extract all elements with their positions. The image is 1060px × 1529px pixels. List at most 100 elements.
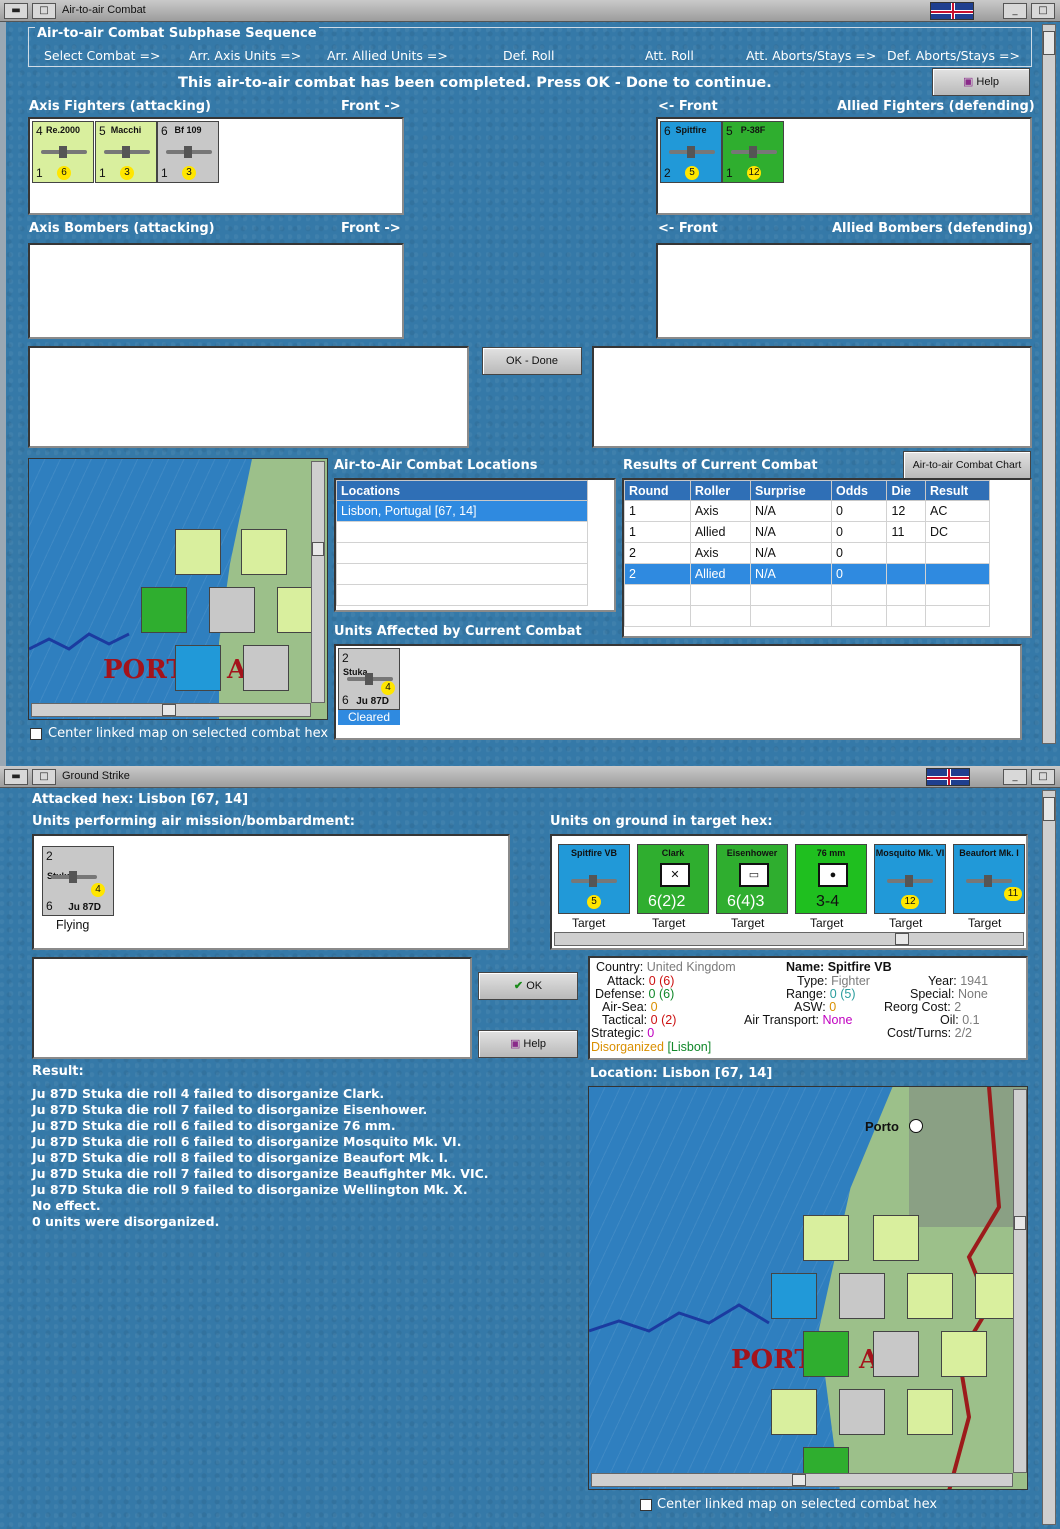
- range-value: 4: [91, 883, 105, 897]
- result-row[interactable]: [624, 605, 990, 627]
- map-h-scrollbar[interactable]: [591, 1473, 1013, 1487]
- special-row: Special: None: [910, 987, 988, 1001]
- axis-bombers-box[interactable]: [28, 243, 404, 339]
- help-button[interactable]: ▣ Help: [478, 1030, 578, 1058]
- locations-list[interactable]: Locations Lisbon, Portugal [67, 14]: [334, 478, 616, 612]
- map-unit-counter[interactable]: [873, 1331, 919, 1377]
- center-map-checkbox[interactable]: [640, 1499, 652, 1511]
- defense-value: 0: [648, 987, 656, 1001]
- combat-chart-button[interactable]: Air-to-air Combat Chart: [903, 451, 1031, 479]
- allied-bombers-box[interactable]: [656, 243, 1032, 339]
- restore-button[interactable]: □: [32, 769, 56, 785]
- allied-fighter-counter[interactable]: 6 Spitfire 2 5: [660, 121, 722, 183]
- ok-done-button[interactable]: OK - Done: [482, 347, 582, 375]
- allied-fighters-box[interactable]: 6 Spitfire 2 5 5 P-38F 1 12: [656, 117, 1032, 215]
- map-unit-counter[interactable]: [141, 587, 187, 633]
- window-scroll-thumb[interactable]: [1043, 31, 1055, 55]
- axis-fighter-counter[interactable]: 4 Re.2000 1 6: [32, 121, 94, 183]
- location-row[interactable]: [336, 521, 588, 543]
- unit-info-panel: Country: United Kingdom Name: Spitfire V…: [588, 956, 1028, 1060]
- map-unit-counter[interactable]: [873, 1215, 919, 1261]
- performing-status: Flying: [56, 918, 90, 932]
- location-row[interactable]: [336, 584, 588, 606]
- maximize-button[interactable]: □: [1031, 3, 1055, 19]
- map-unit-counter[interactable]: [907, 1389, 953, 1435]
- map-unit-counter[interactable]: [907, 1273, 953, 1319]
- step-att-aborts: Att. Aborts/Stays =>: [746, 48, 877, 63]
- ground-units-scrollbar[interactable]: [554, 932, 1024, 946]
- axis-fighters-box[interactable]: 4 Re.2000 1 6 5 Macchi 1 3 6 Bf 109 1 3: [28, 117, 404, 215]
- ground-units-box[interactable]: Spitfire VB 5 Clark ✕ 6(2)2 Eisenhower ▭…: [550, 834, 1028, 950]
- ground-unit-counter[interactable]: Eisenhower ▭ 6(4)3: [716, 844, 788, 914]
- map-unit-counter[interactable]: [839, 1389, 885, 1435]
- result-row[interactable]: 1 Allied N/A 0 11 DC: [624, 521, 990, 543]
- map-unit-counter[interactable]: [209, 587, 255, 633]
- map-unit-counter[interactable]: [241, 529, 287, 575]
- result-line: Ju 87D Stuka die roll 6 failed to disorg…: [32, 1118, 396, 1133]
- combat-map[interactable]: PORT A: [28, 458, 328, 720]
- map-unit-counter[interactable]: [243, 645, 289, 691]
- maximize-button[interactable]: □: [1031, 769, 1055, 785]
- range-base: (5): [840, 987, 856, 1001]
- window-scrollbar[interactable]: [1042, 24, 1056, 744]
- window-scrollbar[interactable]: [1042, 790, 1056, 1525]
- range-value: 11: [1004, 887, 1022, 901]
- axis-fighter-counter[interactable]: 5 Macchi 1 3: [95, 121, 157, 183]
- allied-fighter-counter[interactable]: 5 P-38F 1 12: [722, 121, 784, 183]
- system-menu-button[interactable]: ▬: [4, 769, 28, 785]
- minimize-button[interactable]: _: [1003, 769, 1027, 785]
- ground-unit-counter[interactable]: Spitfire VB 5: [558, 844, 630, 914]
- cell: AC: [925, 500, 990, 522]
- location-row[interactable]: Lisbon, Portugal [67, 14]: [336, 500, 588, 522]
- map-h-thumb[interactable]: [162, 704, 176, 716]
- location-row[interactable]: [336, 563, 588, 585]
- location-row[interactable]: [336, 542, 588, 564]
- range-value: 12: [747, 166, 761, 180]
- ground-units-scroll-thumb[interactable]: [895, 933, 909, 945]
- asw-label: ASW:: [794, 1000, 826, 1014]
- ground-unit-counter[interactable]: Beaufort Mk. I 11: [953, 844, 1025, 914]
- center-map-checkbox[interactable]: [30, 728, 42, 740]
- result-row[interactable]: 2 Allied N/A 0: [624, 563, 990, 585]
- map-unit-counter[interactable]: [941, 1331, 987, 1377]
- map-v-thumb[interactable]: [1014, 1216, 1026, 1230]
- year-value: 1941: [960, 974, 989, 988]
- performing-unit-counter[interactable]: 2 Stuka 6 Ju 87D 4: [42, 846, 114, 916]
- map-unit-counter[interactable]: [803, 1215, 849, 1261]
- result-row[interactable]: 2 Axis N/A 0: [624, 542, 990, 564]
- title-bar: ▬ □ Air-to-air Combat _ □: [0, 0, 1060, 22]
- axis-fighter-counter[interactable]: 6 Bf 109 1 3: [157, 121, 219, 183]
- map-v-thumb[interactable]: [312, 542, 324, 556]
- plane-icon: [731, 146, 777, 158]
- map-v-scrollbar[interactable]: [311, 461, 325, 703]
- restore-button[interactable]: □: [32, 3, 56, 19]
- map-unit-counter[interactable]: [839, 1273, 885, 1319]
- map-v-scrollbar[interactable]: [1013, 1089, 1027, 1473]
- ok-button[interactable]: ✔ OK: [478, 972, 578, 1000]
- tactical-base: (2): [661, 1013, 677, 1027]
- result-row[interactable]: [624, 584, 990, 606]
- unit-name: Mosquito Mk. VI: [875, 848, 945, 858]
- map-unit-counter[interactable]: [803, 1331, 849, 1377]
- help-button[interactable]: ▣ Help: [932, 68, 1030, 96]
- result-row[interactable]: 1 Axis N/A 0 12 AC: [624, 500, 990, 522]
- target-status: Target: [968, 916, 1002, 930]
- units-affected-box[interactable]: 2 Stuka 6 Ju 87D 4 Cleared: [334, 644, 1022, 740]
- ground-unit-counter[interactable]: Clark ✕ 6(2)2: [637, 844, 709, 914]
- results-list[interactable]: Round Roller Surprise Odds Die Result 1A…: [622, 478, 1032, 638]
- map-h-scrollbar[interactable]: [31, 703, 311, 717]
- map-unit-counter[interactable]: [771, 1273, 817, 1319]
- map-h-thumb[interactable]: [792, 1474, 806, 1486]
- map-unit-counter[interactable]: [175, 529, 221, 575]
- window-scroll-thumb[interactable]: [1043, 797, 1055, 821]
- affected-unit-counter[interactable]: 2 Stuka 6 Ju 87D 4: [338, 648, 400, 710]
- map-unit-counter[interactable]: [771, 1389, 817, 1435]
- cell: Axis: [689, 500, 752, 522]
- ground-unit-counter[interactable]: 76 mm ● 3-4: [795, 844, 867, 914]
- map-unit-counter[interactable]: [175, 645, 221, 691]
- minimize-button[interactable]: _: [1003, 3, 1027, 19]
- system-menu-button[interactable]: ▬: [4, 3, 28, 19]
- ground-unit-counter[interactable]: Mosquito Mk. VI 12: [874, 844, 946, 914]
- performing-units-box[interactable]: 2 Stuka 6 Ju 87D 4 Flying: [32, 834, 510, 950]
- strike-map[interactable]: Porto PORT A: [588, 1086, 1028, 1490]
